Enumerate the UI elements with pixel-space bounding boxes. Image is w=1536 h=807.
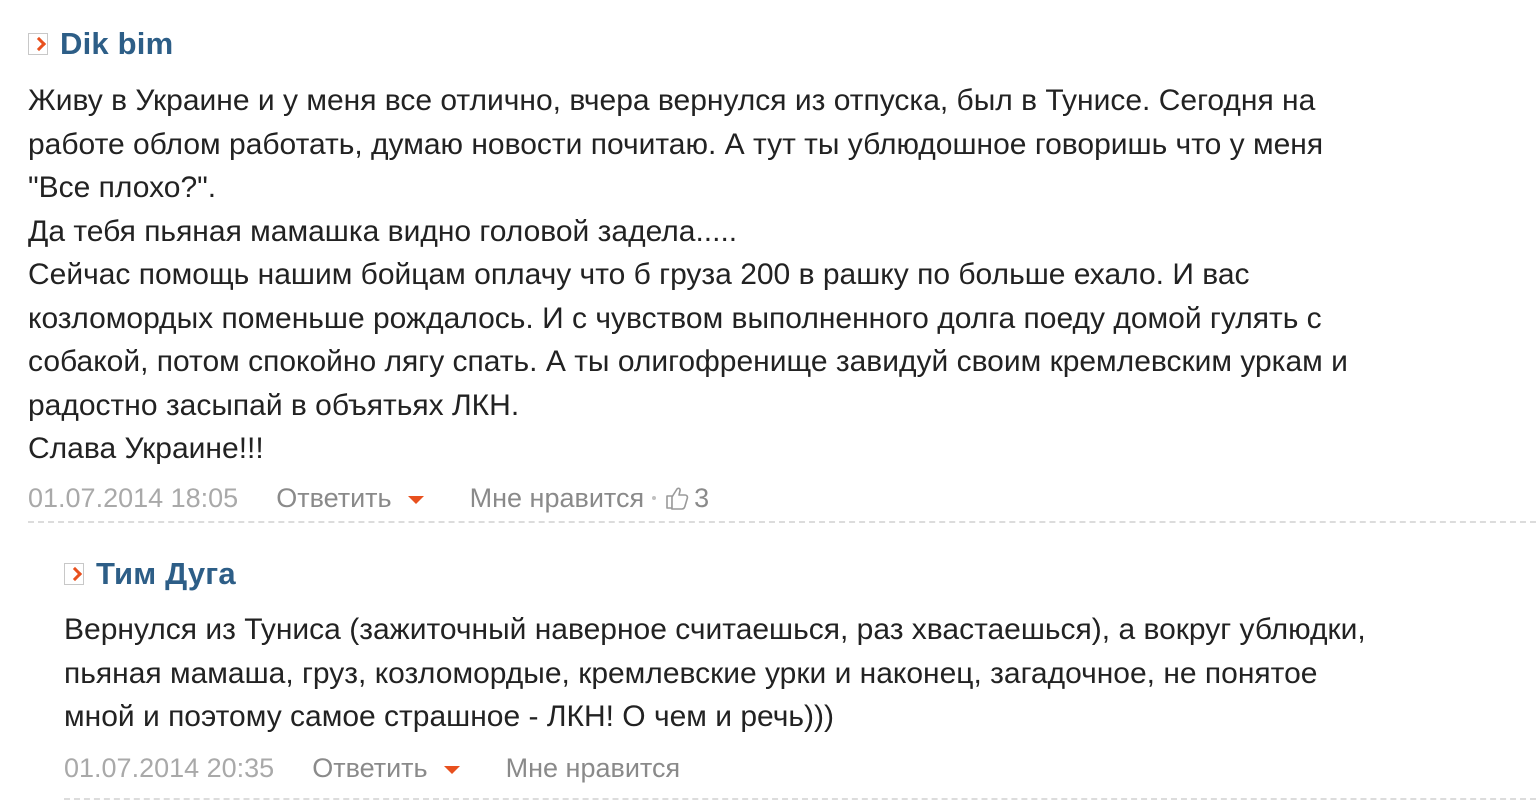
reply-label: Ответить xyxy=(276,482,392,513)
reply-label: Ответить xyxy=(312,752,428,783)
comment-body: Вернулся из Туниса (зажиточный наверное … xyxy=(64,608,1534,739)
comment: Тим Дуга Вернулся из Туниса (зажиточный … xyxy=(0,528,1536,807)
comment-text-line: Вернулся из Туниса (зажиточный наверное … xyxy=(64,613,1366,646)
comment-date: 01.07.2014 18:05 xyxy=(28,482,239,513)
comment-text-line: Слава Украине!!! xyxy=(28,432,264,465)
author-marker-icon xyxy=(28,33,48,55)
like-button[interactable]: Мне нравится xyxy=(506,753,680,784)
comment-date: 01.07.2014 20:35 xyxy=(64,752,275,783)
like-button[interactable]: Мне нравится xyxy=(470,483,644,514)
author-marker-icon xyxy=(64,563,84,585)
author-name-link[interactable]: Dik bim xyxy=(60,26,173,62)
comment-divider xyxy=(64,798,1536,800)
like-count: 3 xyxy=(694,482,710,513)
author-name-link[interactable]: Тим Дуга xyxy=(96,556,236,592)
dropdown-caret-icon[interactable] xyxy=(407,495,424,504)
reply-button[interactable]: Ответить xyxy=(276,482,424,514)
dropdown-caret-icon[interactable] xyxy=(443,765,460,774)
comment-text-line: радостно засыпай в объятьях ЛКН. xyxy=(28,388,520,422)
comment-text-line: Да тебя пьяная мамашка видно головой зад… xyxy=(28,214,738,248)
comment-meta: 01.07.2014 20:35 Ответить Мне нравится xyxy=(64,751,680,785)
comment-text-line: собакой, потом спокойно лягу спать. А ты… xyxy=(28,345,1348,378)
comment: Dik bim Живу в Украине и у меня все отли… xyxy=(0,0,1536,524)
reply-button[interactable]: Ответить xyxy=(312,752,460,784)
comment-text-line: Сейчас помощь нашим бойцам оплачу что б … xyxy=(28,258,1250,291)
comment-body: Живу в Украине и у меня все отлично, вче… xyxy=(28,79,1528,471)
comment-text-line: Живу в Украине и у меня все отлично, вче… xyxy=(28,84,1316,117)
thumbs-up-icon xyxy=(666,487,689,510)
comment-header: Dik bim xyxy=(28,24,173,64)
comment-meta: 01.07.2014 18:05 Ответить Мне нравится 3 xyxy=(28,481,709,515)
comment-text-line: работе облом работать, думаю новости поч… xyxy=(28,127,1324,161)
comment-header: Тим Дуга xyxy=(64,554,236,594)
comment-text-line: пьяная мамаша, груз, козломордые, кремле… xyxy=(64,656,1318,690)
comment-text-line: мной и поэтому самое страшное - ЛКН! О ч… xyxy=(64,700,834,733)
comment-text-line: козломордых поменьше рождалось. И с чувс… xyxy=(28,301,1322,335)
comment-text-line: "Все плохо?". xyxy=(28,171,217,204)
like-counter: 3 xyxy=(652,483,709,514)
separator-dot xyxy=(652,496,657,500)
comment-divider xyxy=(28,521,1536,523)
